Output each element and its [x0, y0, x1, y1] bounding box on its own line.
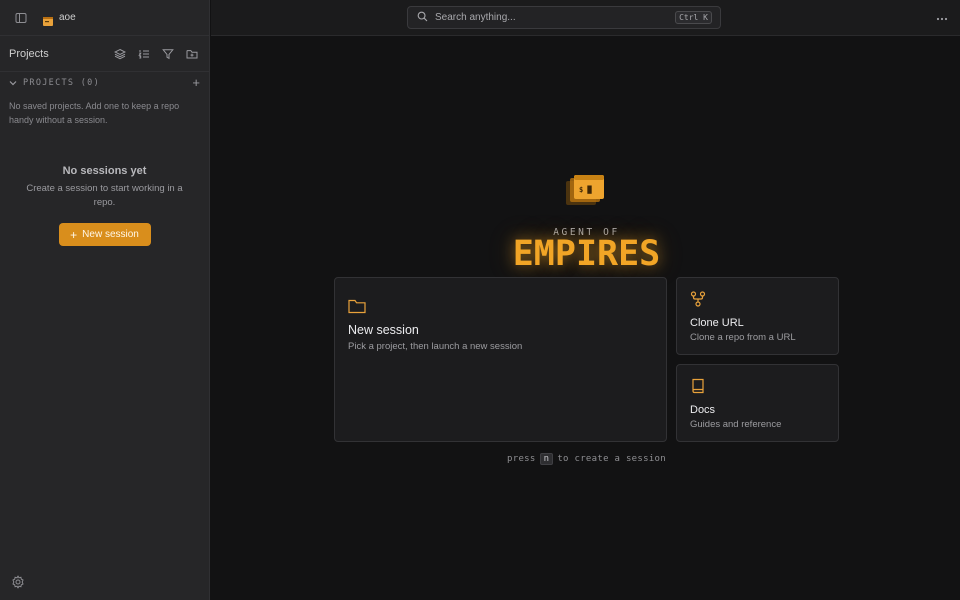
folder-plus-icon[interactable] [184, 46, 200, 62]
clone-url-card-title: Clone URL [690, 317, 744, 329]
filter-icon[interactable] [160, 46, 176, 62]
git-fork-icon [690, 291, 706, 312]
plus-icon: + [70, 227, 78, 242]
search-icon [417, 9, 428, 27]
hint-prefix: press [507, 454, 536, 464]
clone-url-card[interactable]: Clone URL Clone a repo from a URL [676, 277, 839, 355]
search-shortcut-badge: Ctrl K [675, 11, 712, 24]
list-ordered-icon[interactable] [136, 46, 152, 62]
no-sessions-title: No sessions yet [62, 165, 147, 177]
hero-terminal-logo-icon: $ █ [565, 175, 605, 205]
docs-card[interactable]: Docs Guides and reference [676, 364, 839, 442]
hero-brand-title: EMPIRES [512, 234, 661, 274]
sidebar-header: aoe [0, 0, 209, 36]
new-session-card-subtitle: Pick a project, then launch a new sessio… [348, 341, 523, 352]
sidebar-toggle-icon[interactable] [13, 10, 29, 26]
hint-key-badge: n [539, 453, 554, 465]
keyboard-hint: press n to create a session [213, 453, 960, 465]
search-placeholder: Search anything... [435, 12, 516, 23]
hint-suffix: to create a session [557, 454, 666, 464]
projects-count-label: PROJECTS (0) [23, 78, 101, 88]
new-session-card[interactable]: New session Pick a project, then launch … [334, 277, 667, 442]
chevron-down-icon[interactable] [9, 78, 19, 88]
more-horizontal-icon[interactable] [936, 12, 948, 24]
projects-title: Projects [9, 47, 49, 60]
layers-icon[interactable] [112, 46, 128, 62]
svg-text:$ █: $ █ [579, 185, 592, 194]
projects-toolbar: Projects [0, 36, 209, 72]
topbar: Search anything... Ctrl K [211, 0, 960, 36]
app-logo-icon [43, 13, 53, 26]
docs-card-title: Docs [690, 404, 716, 416]
book-icon [690, 378, 706, 399]
new-session-button[interactable]: + New session [58, 223, 151, 246]
clone-url-card-subtitle: Clone a repo from a URL [690, 332, 796, 343]
no-sessions-description: Create a session to start working in a r… [26, 183, 183, 208]
folder-icon [348, 298, 366, 319]
search-input[interactable]: Search anything... Ctrl K [407, 6, 721, 29]
sidebar: aoe Projects PROJECTS (0) + No saved pro… [0, 0, 210, 600]
new-session-card-title: New session [348, 323, 419, 337]
docs-card-subtitle: Guides and reference [690, 419, 782, 430]
no-sessions-panel: No sessions yet Create a session to star… [0, 165, 209, 246]
add-project-plus-icon[interactable]: + [192, 76, 200, 89]
empty-projects-text: No saved projects. Add one to keep a rep… [9, 101, 180, 125]
new-session-button-label: New session [82, 229, 139, 240]
projects-section-header[interactable]: PROJECTS (0) + [0, 72, 209, 94]
app-name: aoe [59, 12, 76, 23]
main-content: $ █ AGENT OF EMPIRES New session Pick a … [213, 37, 960, 600]
gear-icon[interactable] [11, 575, 25, 589]
